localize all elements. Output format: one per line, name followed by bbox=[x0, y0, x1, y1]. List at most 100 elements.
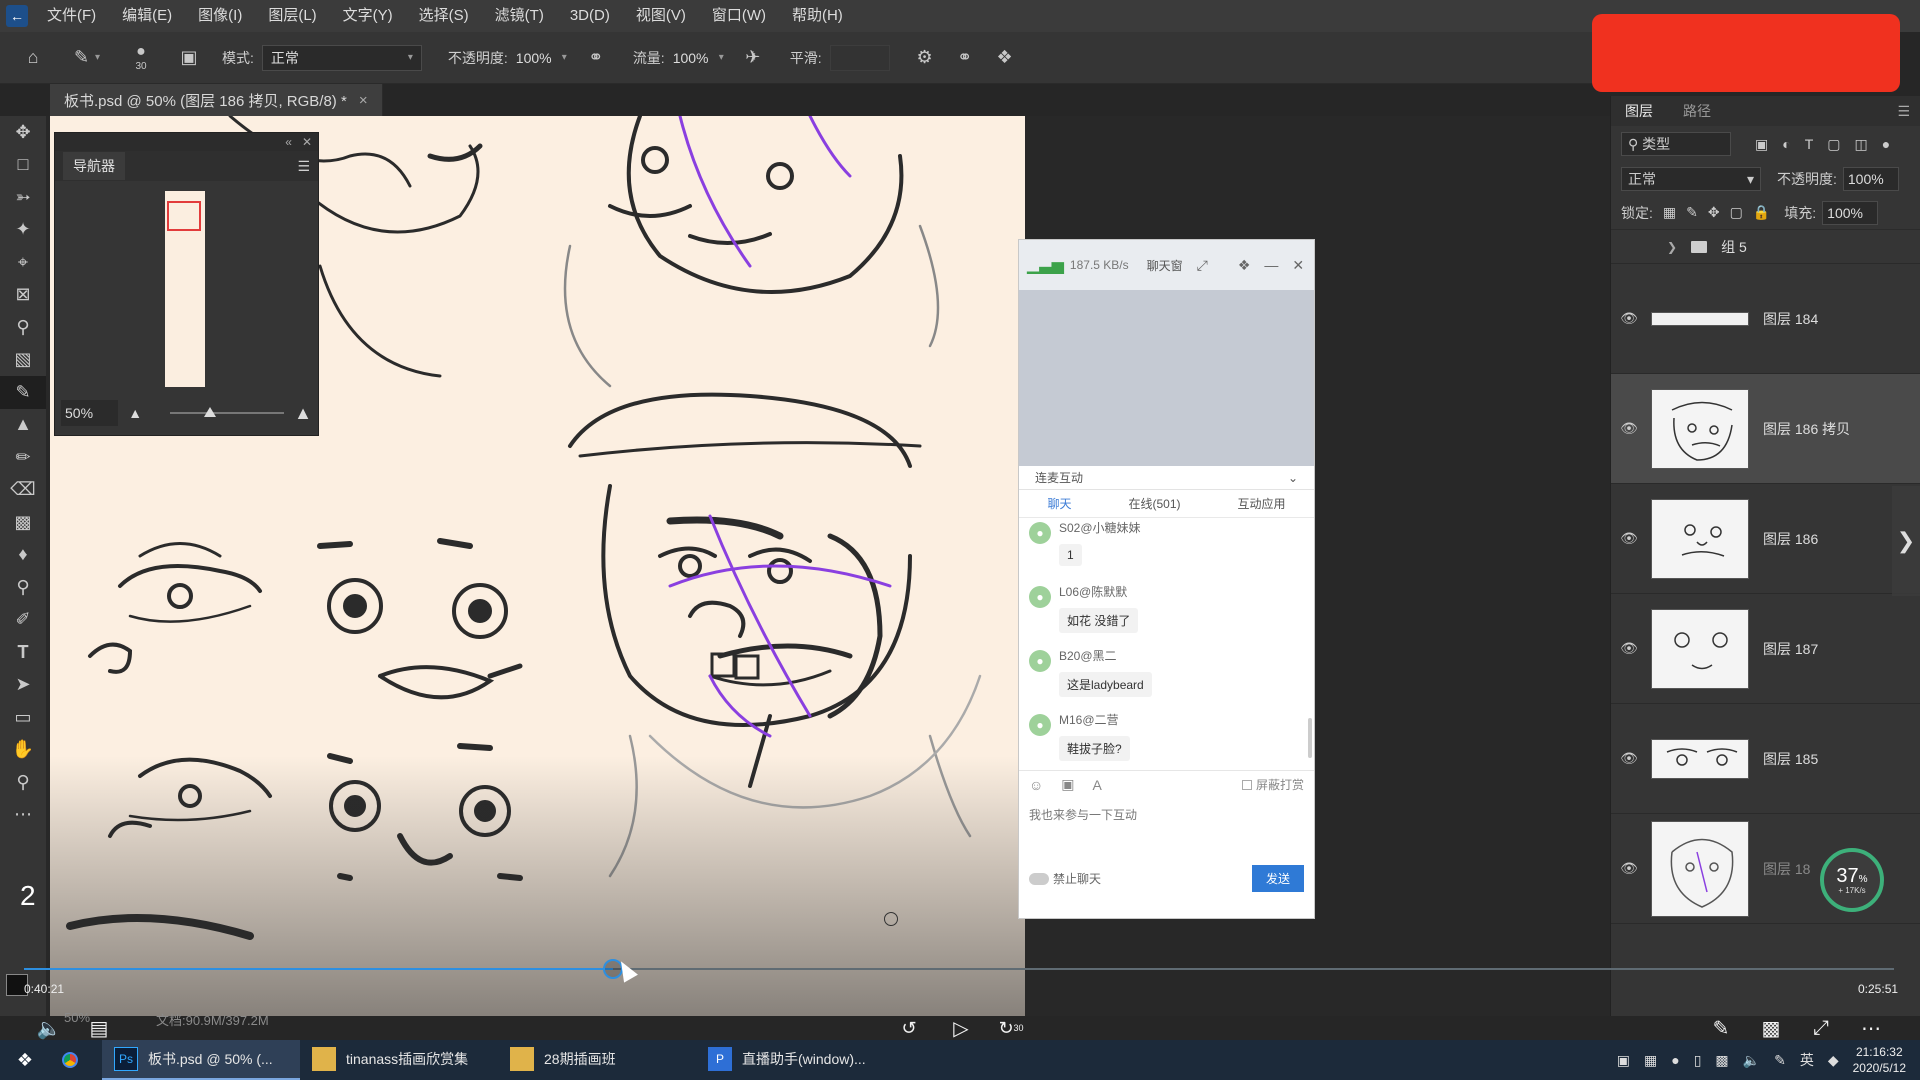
input-method-indicator[interactable]: 英 bbox=[1800, 1050, 1814, 1070]
tray-wechat-icon[interactable]: ● bbox=[1671, 1052, 1679, 1068]
system-clock[interactable]: 21:16:32 2020/5/12 bbox=[1853, 1044, 1906, 1076]
fill-input[interactable]: 100% bbox=[1822, 200, 1879, 225]
layer-row[interactable]: 👁 图层 184 bbox=[1611, 264, 1920, 374]
magic-wand-icon[interactable]: ✦ bbox=[0, 214, 46, 247]
menu-window[interactable]: 窗口(W) bbox=[699, 0, 779, 32]
lock-position-icon[interactable]: ✥ bbox=[1708, 204, 1720, 221]
zoom-out-icon[interactable]: ▲ bbox=[128, 405, 142, 421]
stamp-tool-icon[interactable]: ▲ bbox=[0, 409, 46, 442]
crop-tool-icon[interactable]: ⌖ bbox=[0, 246, 46, 279]
lock-artboard-icon[interactable]: ▢ bbox=[1730, 204, 1743, 221]
close-icon[interactable]: ✕ bbox=[302, 135, 312, 149]
close-icon[interactable]: ✕ bbox=[1292, 257, 1304, 274]
tray-app-icon[interactable]: ▣ bbox=[1617, 1052, 1630, 1069]
blend-mode-select[interactable]: 正常 ▾ bbox=[1621, 167, 1761, 191]
send-button[interactable]: 发送 bbox=[1251, 865, 1304, 892]
chevron-right-icon[interactable]: ❯ bbox=[1892, 486, 1920, 596]
hand-tool-icon[interactable]: ✋ bbox=[0, 734, 46, 767]
slider-handle[interactable] bbox=[204, 407, 217, 417]
chevron-down-icon[interactable]: ▾ bbox=[562, 52, 567, 63]
chat-input[interactable]: 我也来参与一下互动 禁止聊天 发送 bbox=[1019, 798, 1314, 898]
opacity-value[interactable]: 100% bbox=[516, 50, 556, 66]
emoji-icon[interactable]: ☺ bbox=[1029, 777, 1043, 793]
tab-layers[interactable]: 图层 bbox=[1625, 101, 1653, 121]
image-icon[interactable]: ▣ bbox=[1061, 776, 1074, 793]
smart-object-filter-icon[interactable]: ◫ bbox=[1855, 136, 1868, 153]
path-select-icon[interactable]: ➤ bbox=[0, 669, 46, 702]
scrollbar[interactable] bbox=[1308, 718, 1312, 758]
zoom-input[interactable]: 50% bbox=[61, 400, 119, 426]
menu-file[interactable]: 文件(F) bbox=[34, 0, 109, 32]
block-tips-toggle[interactable]: 屏蔽打赏 bbox=[1241, 776, 1304, 793]
layer-row[interactable]: 👁 图层 185 bbox=[1611, 704, 1920, 814]
pressure-opacity-icon[interactable]: ⚭ bbox=[579, 41, 613, 75]
tray-monitor-icon[interactable]: ▩ bbox=[1715, 1052, 1728, 1069]
smoothing-input[interactable] bbox=[829, 44, 890, 71]
toggle-switch[interactable] bbox=[1029, 872, 1049, 885]
move-tool-icon[interactable]: ✥ bbox=[0, 116, 46, 149]
section-select[interactable]: 连麦互动 ⌄ bbox=[1019, 466, 1314, 490]
eye-icon[interactable]: 👁 bbox=[1611, 530, 1647, 547]
eye-icon[interactable]: 👁 bbox=[1611, 310, 1647, 327]
gear-icon[interactable]: ⚙ bbox=[908, 41, 942, 75]
menu-edit[interactable]: 编辑(E) bbox=[109, 0, 185, 32]
tray-usb-icon[interactable]: ▯ bbox=[1694, 1052, 1702, 1069]
layer-opacity-input[interactable]: 100% bbox=[1842, 167, 1899, 191]
lock-all-icon[interactable]: 🔒 bbox=[1753, 204, 1770, 221]
eye-icon[interactable]: 👁 bbox=[1611, 640, 1647, 657]
menu-help[interactable]: 帮助(H) bbox=[779, 0, 856, 32]
seek-bar[interactable] bbox=[24, 959, 1894, 979]
eraser-icon[interactable]: ⌫ bbox=[0, 474, 46, 507]
menu-image[interactable]: 图像(I) bbox=[185, 0, 255, 32]
layer-row[interactable]: 👁 图层 186 拷贝 bbox=[1611, 374, 1920, 484]
home-icon[interactable]: ⌂ bbox=[16, 41, 50, 75]
eye-icon[interactable]: 👁 bbox=[1611, 420, 1647, 437]
menu-type[interactable]: 文字(Y) bbox=[330, 0, 406, 32]
filter-toggle-icon[interactable]: ● bbox=[1882, 136, 1890, 153]
zoom-slider[interactable] bbox=[170, 407, 285, 417]
shape-filter-icon[interactable]: ▢ bbox=[1827, 136, 1840, 153]
tab-chat[interactable]: 聊天 bbox=[1047, 495, 1071, 512]
lasso-tool-icon[interactable]: ➳ bbox=[0, 181, 46, 214]
history-brush-icon[interactable]: ✏ bbox=[0, 441, 46, 474]
pressure-size-icon[interactable]: ⚭ bbox=[948, 41, 982, 75]
menu-layer[interactable]: 图层(L) bbox=[255, 0, 329, 32]
mode-select[interactable]: 正常 ▾ bbox=[261, 44, 422, 71]
menu-view[interactable]: 视图(V) bbox=[623, 0, 699, 32]
menu-3d[interactable]: 3D(D) bbox=[557, 0, 623, 32]
chevron-down-icon[interactable]: ▾ bbox=[719, 52, 724, 63]
rectangle-tool-icon[interactable]: ▭ bbox=[0, 701, 46, 734]
airbrush-icon[interactable]: ✈ bbox=[736, 41, 770, 75]
menu-filter[interactable]: 滤镜(T) bbox=[482, 0, 557, 32]
tray-security-icon[interactable]: ◆ bbox=[1828, 1052, 1839, 1069]
chevron-right-icon[interactable]: ❯ bbox=[1667, 240, 1677, 254]
brush-preset-picker[interactable]: ● 30 bbox=[124, 41, 158, 75]
menu-select[interactable]: 选择(S) bbox=[406, 0, 482, 32]
back-button[interactable]: ← bbox=[0, 0, 34, 32]
zoom-tool-icon[interactable]: ⚲ bbox=[0, 766, 46, 799]
taskbar-app-photoshop[interactable]: Ps 板书.psd @ 50% (... bbox=[102, 1040, 300, 1080]
message-list[interactable]: ● S02@小糖妹妹 1 ● L06@陈默默 如花 没錯了 ● B20@黑二 这是la… bbox=[1019, 518, 1314, 770]
taskbar-app-live-assistant[interactable]: P 直播助手(window)... bbox=[696, 1040, 894, 1080]
navigator-tab[interactable]: 导航器 bbox=[63, 152, 125, 180]
checkbox[interactable] bbox=[1241, 779, 1252, 790]
tray-network-icon[interactable]: ▦ bbox=[1644, 1052, 1657, 1069]
tab-online[interactable]: 在线(501) bbox=[1128, 495, 1180, 512]
lock-pixels-icon[interactable]: ✎ bbox=[1686, 204, 1698, 221]
symmetry-icon[interactable]: ❖ bbox=[988, 41, 1022, 75]
chrome-icon[interactable] bbox=[50, 1040, 90, 1080]
font-icon[interactable]: A bbox=[1093, 777, 1102, 793]
flow-value[interactable]: 100% bbox=[673, 50, 713, 66]
windows-start-icon[interactable]: ❖ bbox=[0, 1040, 50, 1080]
brush-tool-icon[interactable]: ✎ bbox=[0, 376, 46, 409]
view-box[interactable] bbox=[167, 201, 201, 231]
document-tab[interactable]: 板书.psd @ 50% (图层 186 拷贝, RGB/8) * × bbox=[50, 84, 383, 116]
eye-icon[interactable]: 👁 bbox=[1611, 860, 1647, 877]
tray-volume-icon[interactable]: 🔈 bbox=[1743, 1052, 1760, 1069]
close-tab-icon[interactable]: × bbox=[359, 92, 368, 109]
eyedropper-icon[interactable]: ⚲ bbox=[0, 311, 46, 344]
panel-menu-icon[interactable]: ☰ bbox=[297, 158, 310, 175]
gradient-tool-icon[interactable]: ▩ bbox=[0, 506, 46, 539]
pixel-filter-icon[interactable]: ▣ bbox=[1755, 136, 1768, 153]
pen-tool-icon[interactable]: ✐ bbox=[0, 604, 46, 637]
